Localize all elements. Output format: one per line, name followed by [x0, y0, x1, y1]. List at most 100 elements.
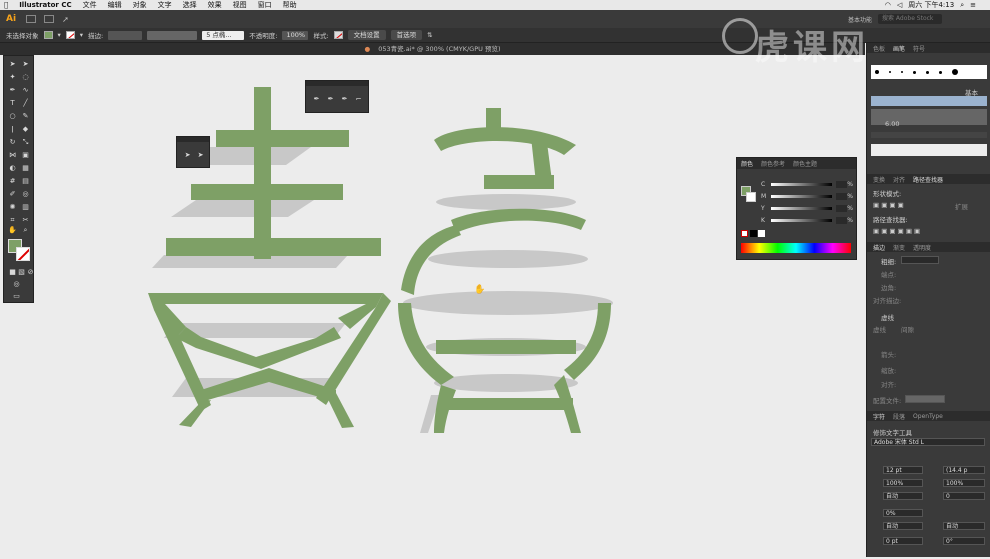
leading-field[interactable]: (14.4 p — [943, 466, 985, 474]
add-anchor-icon[interactable]: ✒ — [326, 95, 335, 104]
c-slider[interactable] — [770, 182, 832, 186]
delete-anchor-icon[interactable]: ✒ — [340, 95, 349, 104]
menu-help[interactable]: 帮助 — [283, 0, 297, 10]
cmyk-c-row[interactable]: C % — [761, 180, 853, 188]
symbol-sprayer-icon[interactable]: ✺ — [8, 203, 17, 212]
preferences-button[interactable]: 首选项 — [390, 30, 423, 40]
spotlight-icon[interactable]: ⌕ — [960, 1, 964, 10]
brush-dot-icon[interactable] — [952, 69, 958, 75]
stroke-weight-field[interactable] — [108, 30, 143, 40]
line-tool-icon[interactable]: ╱ — [21, 99, 30, 108]
chevron-down-icon[interactable]: ▾ — [58, 31, 61, 39]
free-transform-icon[interactable]: ▣ — [21, 151, 30, 160]
tab-color-guide[interactable]: 颜色参考 — [761, 159, 785, 168]
tab-opentype[interactable]: OpenType — [913, 413, 943, 420]
magic-wand-icon[interactable]: ✦ — [8, 73, 17, 82]
brush-stroke-blue[interactable] — [871, 96, 987, 106]
brush-dot-icon[interactable] — [926, 70, 929, 74]
direct-select-icon[interactable]: ➤ — [183, 151, 192, 160]
m-slider[interactable] — [770, 194, 832, 198]
menu-file[interactable]: 文件 — [83, 0, 97, 10]
color-stroke-swatch[interactable] — [746, 192, 756, 202]
tab-character[interactable]: 字符 — [873, 412, 885, 421]
selection-tool-icon[interactable]: ➤ — [8, 60, 17, 69]
perspective-icon[interactable]: ▦ — [21, 164, 30, 173]
menu-window[interactable]: 窗口 — [258, 0, 272, 10]
menu-list-icon[interactable]: ≡ — [970, 1, 976, 9]
scale-icon[interactable]: ⤡ — [21, 138, 30, 147]
menu-view[interactable]: 视图 — [233, 0, 247, 10]
kerning-field[interactable]: 自动 — [883, 492, 923, 500]
type-tool-icon[interactable]: T — [8, 99, 17, 108]
brush-icon[interactable]: ǀ — [8, 125, 17, 134]
tab-align[interactable]: 对齐 — [893, 175, 905, 184]
opacity-field[interactable]: 100% — [282, 30, 309, 40]
color-spectrum[interactable] — [741, 243, 851, 253]
profile-field[interactable] — [905, 395, 945, 403]
gradient-icon[interactable]: ▤ — [21, 177, 30, 186]
cmyk-m-row[interactable]: M % — [761, 192, 853, 200]
menu-select[interactable]: 选择 — [183, 0, 197, 10]
tab-brushes[interactable]: 画笔 — [893, 44, 905, 53]
y-value[interactable] — [835, 204, 848, 212]
artboard-icon[interactable]: ⌗ — [8, 216, 17, 225]
curvature-icon[interactable]: ∿ — [21, 86, 30, 95]
eyedropper-icon[interactable]: ✐ — [8, 190, 17, 199]
weight-field[interactable] — [901, 256, 939, 264]
menu-object[interactable]: 对象 — [133, 0, 147, 10]
aki-right-field[interactable]: 自动 — [943, 522, 985, 530]
anchor-convert-icon[interactable]: ⌐ — [354, 95, 363, 104]
ellipse-tool-icon[interactable]: ○ — [8, 112, 17, 121]
tab-color-themes[interactable]: 颜色主题 — [793, 159, 817, 168]
apple-icon[interactable]:  — [4, 1, 8, 9]
blend-icon[interactable]: ◎ — [21, 190, 30, 199]
screen-mode-icon[interactable]: ▭ — [12, 292, 21, 301]
brush-dot-icon[interactable] — [875, 70, 879, 74]
m-value[interactable] — [835, 192, 848, 200]
group-select-icon[interactable]: ➤ — [196, 151, 205, 160]
cmyk-k-row[interactable]: K % — [761, 216, 853, 224]
brush-stroke-rough[interactable] — [871, 132, 987, 138]
menu-type[interactable]: 文字 — [158, 0, 172, 10]
cmyk-y-row[interactable]: Y % — [761, 204, 853, 212]
gradient-mode-icon[interactable]: ▧ — [17, 268, 26, 277]
menu-effect[interactable]: 效果 — [208, 0, 222, 10]
slice-icon[interactable]: ✂ — [21, 216, 30, 225]
pen-tool-icon[interactable]: ✒ — [312, 95, 321, 104]
char-rotation-field[interactable]: 0° — [943, 537, 985, 545]
fill-swatch[interactable] — [43, 31, 53, 39]
rotate-icon[interactable]: ↻ — [8, 138, 17, 147]
tab-transparency[interactable]: 透明度 — [913, 243, 931, 252]
chevron-down-icon[interactable]: ▾ — [80, 31, 83, 39]
y-slider[interactable] — [770, 206, 832, 210]
tab-transform[interactable]: 变换 — [873, 175, 885, 184]
gpu-rocket-icon[interactable]: ➚ — [62, 15, 69, 24]
touch-type-button[interactable]: 修饰文字工具 — [873, 427, 912, 437]
unite-icon[interactable]: ▣ ▣ ▣ ▣ — [873, 201, 904, 209]
clock[interactable]: 周六 下午4:13 — [908, 0, 954, 10]
zoom-tool-icon[interactable]: ⌕ — [21, 226, 30, 235]
tab-pathfinder[interactable]: 路径查找器 — [913, 175, 943, 184]
tab-swatches[interactable]: 色板 — [873, 44, 885, 53]
eraser-icon[interactable]: ◆ — [21, 125, 30, 134]
variable-width-field[interactable] — [147, 30, 198, 40]
vertical-scale-field[interactable]: 100% — [883, 479, 923, 487]
brush-dot-icon[interactable] — [901, 71, 903, 73]
stroke-swatch[interactable] — [65, 31, 75, 39]
font-family-field[interactable]: Adobe 宋体 Std L — [871, 438, 985, 446]
stock-search-input[interactable]: 搜索 Adobe Stock — [878, 14, 942, 24]
baseline-shift-field[interactable]: 0 pt — [883, 537, 923, 545]
tracking-field[interactable]: 0 — [943, 492, 985, 500]
brush-dot-icon[interactable] — [889, 71, 891, 73]
artboard-canvas[interactable] — [36, 55, 865, 557]
dashed-checkbox[interactable]: 虚线 — [881, 312, 894, 322]
none-mode-icon[interactable]: ⊘ — [26, 268, 35, 277]
tab-gradient[interactable]: 渐变 — [893, 243, 905, 252]
mesh-icon[interactable]: # — [8, 177, 17, 186]
font-size-field[interactable]: 12 pt — [883, 466, 923, 474]
divide-icon[interactable]: ▣ ▣ ▣ ▣ ▣ ▣ — [873, 227, 920, 235]
volume-icon[interactable]: ◁ — [897, 1, 902, 9]
pencil-icon[interactable]: ✎ — [21, 112, 30, 121]
horizontal-scale-field[interactable]: 100% — [943, 479, 985, 487]
brush-dot-icon[interactable] — [939, 70, 942, 74]
